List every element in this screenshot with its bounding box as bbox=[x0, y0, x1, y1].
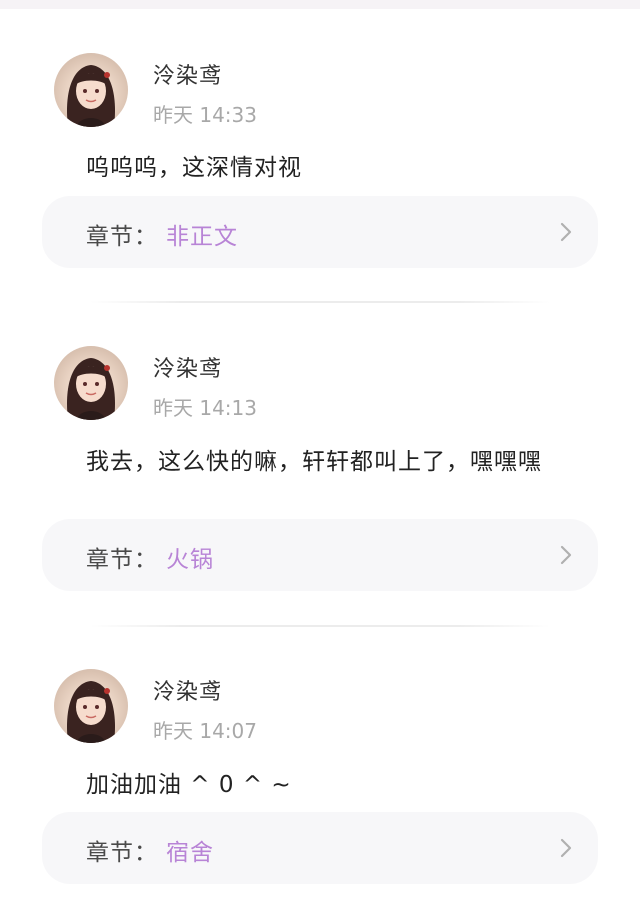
avatar[interactable] bbox=[54, 53, 128, 127]
divider bbox=[90, 301, 550, 303]
chapter-label: 章节： bbox=[86, 547, 158, 573]
chevron-right-icon bbox=[560, 838, 572, 858]
chapter-link[interactable]: 章节： 火锅 bbox=[42, 519, 598, 591]
timestamp: 昨天 14:33 bbox=[153, 103, 257, 127]
comment-text: 我去，这么快的嘛，轩轩都叫上了，嘿嘿嘿 bbox=[86, 449, 542, 475]
timestamp: 昨天 14:07 bbox=[153, 719, 257, 743]
chapter-link[interactable]: 章节： 宿舍 bbox=[42, 812, 598, 884]
comment-text: 呜呜呜，这深情对视 bbox=[86, 155, 302, 181]
divider bbox=[90, 625, 550, 627]
chevron-right-icon bbox=[560, 545, 572, 565]
chapter-link[interactable]: 章节： 非正文 bbox=[42, 196, 598, 268]
username[interactable]: 泠染鸢 bbox=[153, 674, 222, 706]
avatar[interactable] bbox=[54, 669, 128, 743]
chapter-name: 火锅 bbox=[166, 547, 214, 573]
chapter-name: 宿舍 bbox=[166, 840, 214, 866]
comment-text: 加油加油 ^ 0 ^ ~ bbox=[86, 772, 292, 798]
username[interactable]: 泠染鸢 bbox=[153, 58, 222, 90]
chapter-label: 章节： bbox=[86, 224, 158, 250]
avatar[interactable] bbox=[54, 346, 128, 420]
chapter-name: 非正文 bbox=[166, 224, 238, 250]
chevron-right-icon bbox=[560, 222, 572, 242]
top-strip bbox=[0, 0, 640, 9]
chapter-label: 章节： bbox=[86, 840, 158, 866]
timestamp: 昨天 14:13 bbox=[153, 396, 257, 420]
username[interactable]: 泠染鸢 bbox=[153, 351, 222, 383]
